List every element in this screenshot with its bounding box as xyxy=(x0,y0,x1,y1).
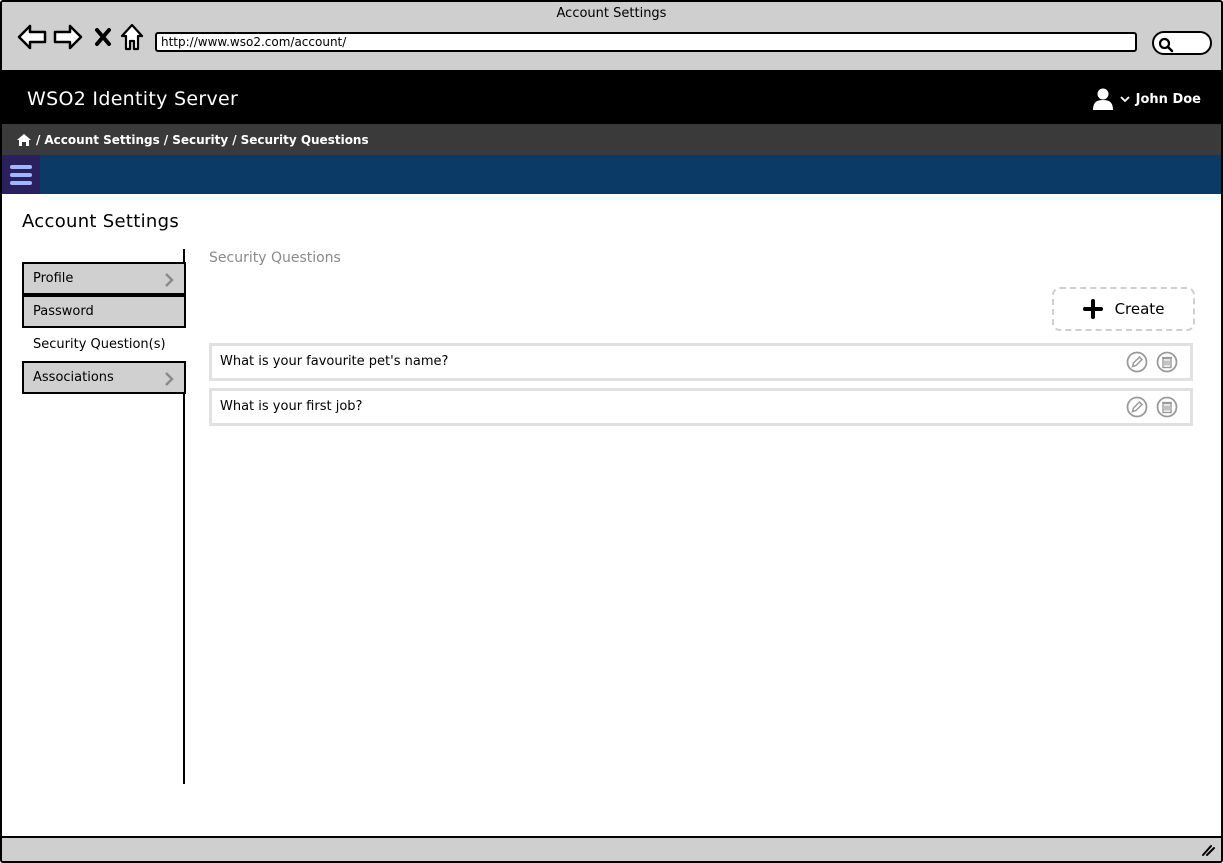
breadcrumb-security[interactable]: Security xyxy=(172,133,228,147)
sidebar-item-profile[interactable]: Profile xyxy=(22,262,186,295)
hamburger-line xyxy=(10,164,32,169)
user-menu[interactable]: John Doe xyxy=(1092,87,1201,111)
app-title: WSO2 Identity Server xyxy=(27,88,239,110)
chevron-down-icon xyxy=(1120,96,1130,103)
question-text: What is your favourite pet's name? xyxy=(220,354,449,369)
app-window: Account Settings http://www.wso2.com/acc… xyxy=(0,0,1223,863)
plus-icon xyxy=(1082,299,1103,319)
resize-grip-icon[interactable] xyxy=(1201,844,1215,856)
breadcrumb-separator: / xyxy=(36,132,41,147)
delete-icon[interactable] xyxy=(1156,351,1178,373)
app-header: WSO2 Identity Server John Doe xyxy=(2,72,1221,124)
sidebar-item-label: Profile xyxy=(33,271,74,286)
close-icon[interactable] xyxy=(92,22,114,52)
section-title: Security Questions xyxy=(209,250,341,266)
sidebar-item-security-questions[interactable]: Security Question(s) xyxy=(22,328,186,361)
nav-bar xyxy=(2,155,1221,194)
sidebar-item-password[interactable]: Password xyxy=(22,295,186,328)
sidebar-item-label: Associations xyxy=(33,370,114,385)
window-title: Account Settings xyxy=(556,6,667,21)
create-button-label: Create xyxy=(1114,300,1165,318)
hamburger-line xyxy=(10,172,32,177)
status-bar xyxy=(2,836,1221,861)
breadcrumb-separator: / xyxy=(232,132,237,147)
browser-search-field[interactable] xyxy=(1152,31,1212,55)
edit-icon[interactable] xyxy=(1126,351,1148,373)
home-icon[interactable] xyxy=(118,22,146,52)
user-name: John Doe xyxy=(1135,91,1201,107)
search-icon xyxy=(1158,37,1174,53)
breadcrumb-security-questions: Security Questions xyxy=(240,132,369,147)
back-arrow-icon[interactable] xyxy=(16,22,48,52)
url-input[interactable]: http://www.wso2.com/account/ xyxy=(155,32,1137,52)
user-icon xyxy=(1092,88,1113,110)
sidebar: Profile Password Security Question(s) As… xyxy=(22,262,186,394)
list-item: What is your favourite pet's name? xyxy=(209,343,1193,381)
breadcrumb-account-settings[interactable]: Account Settings xyxy=(44,133,159,147)
chevron-right-icon xyxy=(165,372,174,386)
hamburger-menu-icon[interactable] xyxy=(2,155,40,194)
breadcrumb: / Account Settings / Security / Security… xyxy=(2,124,1221,155)
breadcrumb-separator: / xyxy=(163,132,169,147)
delete-icon[interactable] xyxy=(1156,396,1178,418)
questions-list: What is your favourite pet's name? What … xyxy=(209,343,1193,433)
sidebar-item-label: Security Question(s) xyxy=(33,337,166,352)
hamburger-line xyxy=(10,180,32,185)
home-icon[interactable] xyxy=(16,133,32,147)
chevron-right-icon xyxy=(165,273,174,287)
page-title: Account Settings xyxy=(22,211,180,232)
browser-chrome: Account Settings http://www.wso2.com/acc… xyxy=(2,2,1221,72)
list-item: What is your first job? xyxy=(209,388,1193,426)
forward-arrow-icon[interactable] xyxy=(52,22,84,52)
sidebar-item-associations[interactable]: Associations xyxy=(22,361,186,394)
create-button[interactable]: Create xyxy=(1052,287,1195,331)
edit-icon[interactable] xyxy=(1126,396,1148,418)
sidebar-item-label: Password xyxy=(33,304,94,319)
question-text: What is your first job? xyxy=(220,399,363,414)
